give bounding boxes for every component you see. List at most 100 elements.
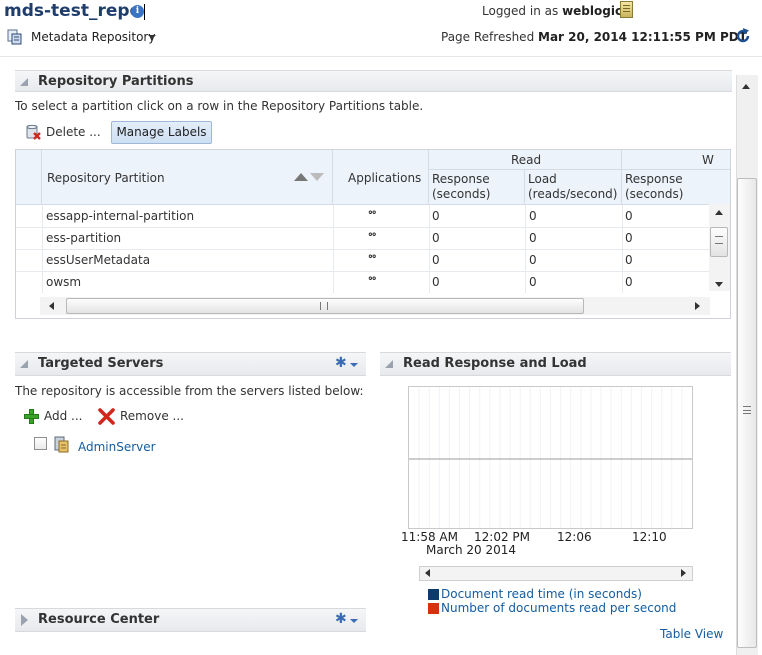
remove-icon[interactable] (98, 408, 115, 425)
chart-svg (409, 387, 692, 528)
server-checkbox[interactable] (34, 437, 47, 450)
metadata-repository-menu[interactable]: Metadata Repository (31, 30, 155, 44)
server-link-adminserver[interactable]: AdminServer (78, 440, 156, 454)
scroll-left-arrow-icon[interactable] (49, 302, 54, 310)
sort-descending-icon[interactable] (310, 173, 324, 181)
collapse-triangle-icon[interactable] (20, 360, 28, 368)
col-partition-header[interactable]: Repository Partition (42, 150, 333, 205)
group-write-label: W (702, 153, 714, 167)
scroll-up-arrow-icon[interactable] (715, 210, 723, 215)
view-applications-icon[interactable]: ᐤᐤ (368, 252, 377, 266)
user-name: weblogic (562, 4, 623, 18)
logged-in-prefix: Logged in as (482, 4, 559, 18)
table-row[interactable]: essapp-internal-partition ᐤᐤ 0 0 0 (16, 205, 710, 227)
read-load-value: 0 (529, 275, 537, 289)
scrollbar-grip-icon (320, 302, 328, 310)
read-response-load-header[interactable]: Read Response and Load (380, 352, 731, 376)
partition-name: essUserMetadata (46, 253, 151, 267)
remove-server-button[interactable]: Remove ... (120, 409, 184, 423)
delete-icon[interactable] (25, 124, 41, 140)
write-response-value: 0 (625, 253, 633, 267)
collapse-triangle-icon[interactable] (20, 78, 28, 86)
header-divider (0, 56, 762, 57)
expand-triangle-icon[interactable] (21, 614, 28, 626)
group-read-header: Read (429, 150, 622, 170)
read-response-value: 0 (432, 209, 440, 223)
col-read-response-line1: Response (432, 172, 490, 186)
x-tick-label: 12:06 (557, 530, 592, 544)
user-menu-icon[interactable] (620, 1, 633, 18)
refresh-icon[interactable] (734, 27, 752, 45)
chevron-down-icon[interactable] (148, 35, 156, 39)
legend-docs-per-second[interactable]: Number of documents read per second (441, 601, 676, 615)
scrollbar-grip-icon (715, 236, 723, 244)
table-row[interactable]: essUserMetadata ᐤᐤ 0 0 0 (16, 249, 710, 271)
col-read-load-line1: Load (528, 172, 557, 186)
scroll-right-arrow-icon[interactable] (695, 302, 700, 310)
partitions-table: Repository Partition Applications Read W… (15, 149, 731, 319)
legend-read-time[interactable]: Document read time (in seconds) (441, 587, 642, 601)
scroll-left-arrow-icon[interactable] (425, 569, 430, 577)
write-response-value: 0 (625, 209, 633, 223)
chevron-down-icon[interactable] (350, 363, 358, 367)
metadata-repository-icon (7, 29, 22, 45)
x-axis-sublabel: March 20 2014 (426, 543, 517, 557)
server-icon (54, 436, 69, 453)
text-cursor (144, 4, 145, 20)
col-write-response-line2: (seconds) (625, 187, 684, 201)
partition-name: ess-partition (46, 231, 122, 245)
repository-partitions-header[interactable]: Repository Partitions (15, 70, 732, 92)
view-applications-icon[interactable]: ᐤᐤ (368, 208, 377, 222)
col-read-response-line2: (seconds) (432, 187, 491, 201)
sort-ascending-icon[interactable] (294, 173, 308, 181)
resource-center-header[interactable]: Resource Center ✱ (15, 608, 366, 632)
table-row[interactable]: owsm ᐤᐤ 0 0 0 (16, 271, 710, 293)
targeted-servers-title: Targeted Servers (38, 356, 164, 371)
gear-icon[interactable]: ✱ (335, 355, 347, 371)
manage-labels-button[interactable]: Manage Labels (111, 121, 212, 144)
targeted-servers-header[interactable]: Targeted Servers ✱ (15, 352, 366, 376)
scroll-right-arrow-icon[interactable] (681, 569, 686, 577)
col-read-response-header: Response (seconds) (429, 170, 525, 205)
chart-plot-area (408, 386, 693, 529)
chart-horizontal-scrollbar[interactable] (419, 566, 693, 581)
x-tick-label: 12:02 PM (474, 530, 530, 544)
refreshed-time: Mar 20, 2014 12:11:55 PM PDT (538, 30, 747, 44)
scroll-up-arrow-icon[interactable] (742, 84, 750, 89)
col-write-response-line1: Response (625, 172, 683, 186)
read-response-value: 0 (432, 231, 440, 245)
x-tick-label: 11:58 AM (401, 530, 458, 544)
resource-center-title: Resource Center (38, 612, 160, 627)
login-status: Logged in as weblogic (482, 4, 622, 18)
write-response-value: 0 (625, 275, 633, 289)
table-view-link[interactable]: Table View (660, 627, 723, 641)
read-response-load-title: Read Response and Load (403, 356, 587, 371)
scroll-down-arrow-icon[interactable] (715, 282, 723, 287)
collapse-triangle-icon[interactable] (385, 360, 393, 368)
legend-swatch-read-time (428, 589, 439, 600)
table-row[interactable]: ess-partition ᐤᐤ 0 0 0 (16, 227, 710, 249)
add-icon[interactable] (24, 409, 39, 424)
refreshed-prefix: Page Refreshed (441, 30, 535, 44)
view-applications-icon[interactable]: ᐤᐤ (368, 274, 377, 288)
delete-button[interactable]: Delete ... (46, 125, 101, 139)
add-server-button[interactable]: Add ... (44, 409, 83, 423)
col-read-load-header: Load (reads/second) (525, 170, 622, 205)
legend-swatch-docs-per-second (428, 603, 439, 614)
view-applications-icon[interactable]: ᐤᐤ (368, 230, 377, 244)
group-write-header: W (622, 150, 730, 170)
col-partition-label: Repository Partition (47, 171, 165, 185)
gear-icon[interactable]: ✱ (335, 611, 347, 627)
partitions-description: To select a partition click on a row in … (15, 99, 424, 113)
partition-name: owsm (46, 275, 82, 289)
read-load-value: 0 (529, 253, 537, 267)
repository-partitions-title: Repository Partitions (38, 74, 194, 89)
page-refreshed-status: Page Refreshed Mar 20, 2014 12:11:55 PM … (441, 30, 747, 44)
partition-name: essapp-internal-partition (46, 209, 195, 223)
read-load-value: 0 (529, 231, 537, 245)
info-icon[interactable]: i (131, 5, 144, 18)
app-title: mds-test_repo (4, 1, 142, 21)
chevron-down-icon[interactable] (350, 619, 358, 623)
col-write-response-header: Response (seconds) (622, 170, 730, 205)
read-response-value: 0 (432, 253, 440, 267)
